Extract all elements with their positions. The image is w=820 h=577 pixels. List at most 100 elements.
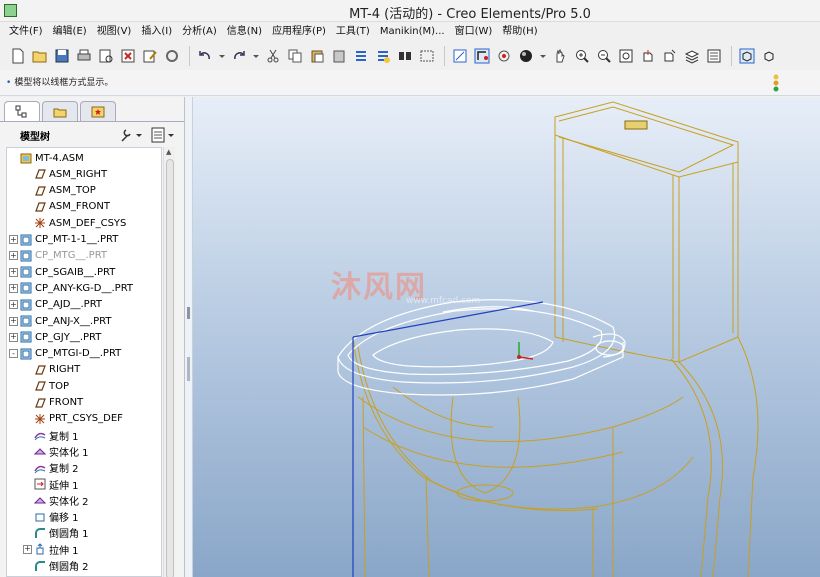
- tree-item[interactable]: + CP_ANY-KG-D__.PRT: [9, 280, 133, 296]
- tree-item[interactable]: TOP: [23, 378, 69, 394]
- saved-views-icon[interactable]: [660, 46, 680, 66]
- tree-item[interactable]: + CP_MTG__.PRT: [9, 248, 107, 264]
- menu-edit[interactable]: 编辑(E): [48, 22, 92, 42]
- scrollbar-thumb[interactable]: [166, 159, 174, 577]
- message-area: 模型将以线框方式显示。: [0, 70, 820, 96]
- tree-item[interactable]: 倒圆角 1: [23, 525, 89, 541]
- expand-icon[interactable]: +: [9, 251, 18, 261]
- expand-icon[interactable]: +: [9, 316, 18, 326]
- tree-item[interactable]: 实体化 2: [23, 492, 89, 508]
- copy-icon[interactable]: [285, 46, 305, 66]
- menu-info[interactable]: 信息(N): [222, 22, 267, 42]
- reorient-icon[interactable]: [638, 46, 658, 66]
- appearance-dropdown-icon[interactable]: [538, 46, 548, 66]
- open-folder-icon[interactable]: [30, 46, 50, 66]
- panel-sash[interactable]: [185, 97, 193, 577]
- scroll-up-icon[interactable]: ▲: [166, 148, 171, 156]
- hidden-line-icon[interactable]: [759, 46, 779, 66]
- menu-tools[interactable]: 工具(T): [331, 22, 375, 42]
- navigator-tabs: [4, 101, 118, 123]
- tree-item[interactable]: ASM_RIGHT: [23, 166, 107, 182]
- menu-window[interactable]: 窗口(W): [450, 22, 498, 42]
- tree-item[interactable]: - CP_MTGI-D__.PRT: [9, 346, 121, 362]
- tree-item[interactable]: 复制 2: [23, 460, 79, 476]
- tree-item[interactable]: + CP_AJD__.PRT: [9, 297, 102, 313]
- pan-hand-icon[interactable]: [550, 46, 570, 66]
- print-preview-icon[interactable]: [96, 46, 116, 66]
- zoom-out-icon[interactable]: [594, 46, 614, 66]
- expand-icon[interactable]: +: [23, 544, 32, 554]
- print-icon[interactable]: [74, 46, 94, 66]
- expand-icon[interactable]: +: [9, 267, 18, 277]
- selection-box-icon[interactable]: [417, 46, 437, 66]
- regenerate-model-icon[interactable]: [351, 46, 371, 66]
- edit-note-icon[interactable]: [140, 46, 160, 66]
- menu-manikin[interactable]: Manikin(M)...: [375, 22, 450, 42]
- sash-grip[interactable]: [187, 307, 190, 319]
- tree-item[interactable]: RIGHT: [23, 362, 80, 378]
- paste-icon[interactable]: [307, 46, 327, 66]
- close-window-icon[interactable]: [118, 46, 138, 66]
- tree-item[interactable]: FRONT: [23, 395, 83, 411]
- tab-favorites[interactable]: [80, 101, 116, 121]
- expand-icon[interactable]: +: [9, 332, 18, 342]
- sash-grip[interactable]: [187, 357, 190, 381]
- tree-item[interactable]: + CP_MT-1-1__.PRT: [9, 232, 118, 248]
- tab-folder-browser[interactable]: [42, 101, 78, 121]
- tree-item[interactable]: 延伸 1: [23, 476, 79, 492]
- tree-item[interactable]: 实体化 1: [23, 443, 89, 459]
- orient-mode-icon[interactable]: [494, 46, 514, 66]
- tree-item[interactable]: + CP_ANJ-X__.PRT: [9, 313, 111, 329]
- menu-view[interactable]: 视图(V): [92, 22, 137, 42]
- tree-item[interactable]: ASM_TOP: [23, 183, 96, 199]
- zoom-in-icon[interactable]: [572, 46, 592, 66]
- appearance-icon[interactable]: [516, 46, 536, 66]
- tree-item[interactable]: 倒圆角 2: [23, 558, 89, 574]
- part-icon: [20, 299, 32, 311]
- menu-insert[interactable]: 插入(I): [136, 22, 177, 42]
- repaint-icon[interactable]: [450, 46, 470, 66]
- model-tree[interactable]: MT-4.ASM ASM_RIGHT ASM_TOP ASM_FRONT ASM_DEF…: [6, 147, 162, 577]
- expand-icon[interactable]: +: [9, 235, 18, 244]
- find-icon[interactable]: [395, 46, 415, 66]
- tree-item[interactable]: PRT_CSYS_DEF: [23, 411, 123, 427]
- cut-icon[interactable]: [263, 46, 283, 66]
- undo-icon[interactable]: [195, 46, 215, 66]
- regen-manager-icon[interactable]: [373, 46, 393, 66]
- spin-center-icon[interactable]: [472, 46, 492, 66]
- wireframe-display-icon[interactable]: [737, 46, 757, 66]
- layers-icon[interactable]: [682, 46, 702, 66]
- regenerate-icon[interactable]: [162, 46, 182, 66]
- undo-dropdown-icon[interactable]: [217, 46, 227, 66]
- tree-item[interactable]: ASM_FRONT: [23, 199, 110, 215]
- paste-special-icon[interactable]: [329, 46, 349, 66]
- tree-item[interactable]: ASM_DEF_CSYS: [23, 215, 126, 231]
- model-tree-header: 模型树: [0, 124, 184, 146]
- tree-item[interactable]: MT-4.ASM: [9, 150, 84, 166]
- tab-model-tree[interactable]: [4, 101, 40, 121]
- menu-file[interactable]: 文件(F): [4, 22, 48, 42]
- graphics-window[interactable]: 沐风网 www.mfcad.com: [193, 97, 820, 577]
- redo-icon[interactable]: [229, 46, 249, 66]
- collapse-icon[interactable]: -: [9, 349, 18, 359]
- menu-analysis[interactable]: 分析(A): [177, 22, 222, 42]
- expand-icon[interactable]: +: [9, 283, 18, 293]
- tree-item[interactable]: 复制 1: [23, 427, 79, 443]
- redo-dropdown-icon[interactable]: [251, 46, 261, 66]
- toilet-wireframe-model[interactable]: [193, 97, 820, 577]
- model-tree-scrollbar[interactable]: ▲: [163, 147, 175, 577]
- expand-icon[interactable]: +: [9, 300, 18, 310]
- refit-icon[interactable]: [616, 46, 636, 66]
- menu-help[interactable]: 帮助(H): [497, 22, 542, 42]
- show-menu-icon[interactable]: [150, 126, 176, 144]
- new-file-icon[interactable]: [8, 46, 28, 66]
- tree-item[interactable]: 偏移 1: [23, 509, 79, 525]
- save-icon[interactable]: [52, 46, 72, 66]
- menu-applications[interactable]: 应用程序(P): [267, 22, 331, 42]
- tree-item[interactable]: + 拉伸 1: [23, 541, 79, 557]
- view-manager-icon[interactable]: [704, 46, 724, 66]
- tree-item[interactable]: + CP_SGAIB__.PRT: [9, 264, 115, 280]
- tree-item[interactable]: + CP_GJY__.PRT: [9, 329, 101, 345]
- regeneration-status-icon[interactable]: [770, 73, 782, 93]
- settings-icon[interactable]: [118, 126, 144, 144]
